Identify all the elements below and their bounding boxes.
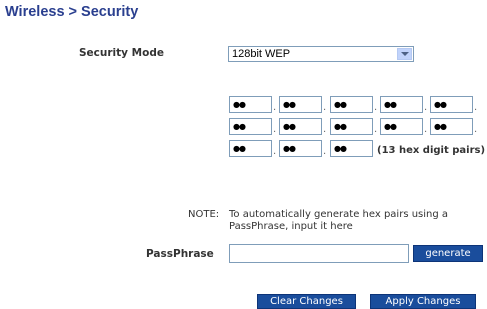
separator-dot: .: [424, 124, 428, 135]
separator-dot: .: [374, 124, 378, 135]
separator-dot: .: [273, 146, 277, 157]
apply-changes-button[interactable]: Apply Changes: [370, 294, 476, 309]
hex-pairs-hint: (13 hex digit pairs): [377, 145, 486, 156]
key-field-4[interactable]: ●●: [380, 96, 423, 113]
key-field-5[interactable]: ●●: [430, 96, 473, 113]
separator-dot: .: [474, 102, 478, 113]
key-field-9[interactable]: ●●: [380, 118, 423, 135]
security-mode-label: Security Mode: [79, 47, 164, 59]
separator-dot: .: [273, 102, 277, 113]
key-field-7[interactable]: ●●: [279, 118, 322, 135]
separator-dot: .: [323, 124, 327, 135]
key-field-10[interactable]: ●●: [430, 118, 473, 135]
passphrase-label: PassPhrase: [146, 248, 214, 260]
separator-dot: .: [424, 102, 428, 113]
page-title: Wireless > Security: [5, 4, 139, 20]
key-field-1[interactable]: ●●: [229, 96, 272, 113]
key-field-12[interactable]: ●●: [279, 140, 322, 157]
separator-dot: .: [273, 124, 277, 135]
note-label: NOTE:: [188, 209, 220, 220]
key-field-3[interactable]: ●●: [330, 96, 373, 113]
key-field-6[interactable]: ●●: [229, 118, 272, 135]
key-field-8[interactable]: ●●: [330, 118, 373, 135]
key-field-11[interactable]: ●●: [229, 140, 272, 157]
security-mode-value: 128bit WEP: [232, 48, 291, 60]
generate-button[interactable]: generate: [413, 245, 483, 262]
key-field-2[interactable]: ●●: [279, 96, 322, 113]
chevron-down-icon[interactable]: [397, 48, 412, 60]
separator-dot: .: [323, 102, 327, 113]
security-mode-select[interactable]: 128bit WEP: [228, 46, 414, 62]
key-field-13[interactable]: ●●: [330, 140, 373, 157]
note-text: To automatically generate hex pairs usin…: [229, 209, 449, 232]
separator-dot: .: [374, 102, 378, 113]
separator-dot: .: [323, 146, 327, 157]
clear-changes-button[interactable]: Clear Changes: [257, 294, 356, 309]
passphrase-input[interactable]: [229, 244, 409, 263]
separator-dot: .: [474, 124, 478, 135]
